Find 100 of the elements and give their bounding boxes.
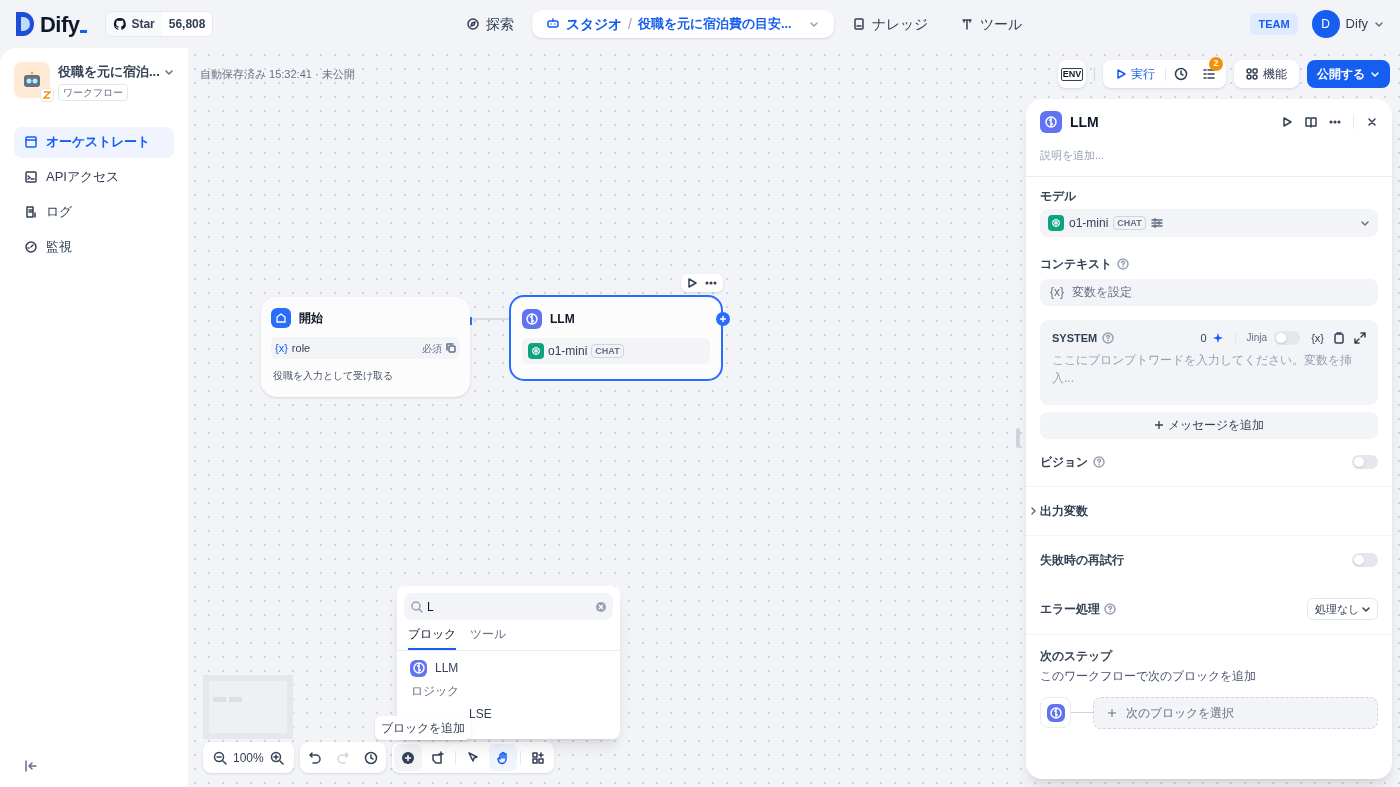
- toggle-switch[interactable]: [1352, 553, 1378, 567]
- checklist-icon[interactable]: [1202, 67, 1216, 81]
- chevron-down-icon: [1370, 69, 1380, 79]
- prompt-placeholder: ここにプロンプトワードを入力してください。変数を挿入...: [1052, 352, 1353, 387]
- document-icon: [24, 205, 38, 219]
- toggle-switch[interactable]: [1352, 455, 1378, 469]
- context-variable-field[interactable]: {x} 変数を設定: [1040, 278, 1378, 306]
- llm-node-icon: [1046, 703, 1065, 722]
- expand-icon[interactable]: [1354, 331, 1366, 344]
- logo-icon: [16, 12, 34, 36]
- grid-icon: [1246, 68, 1258, 80]
- picker-tab[interactable]: ツール: [470, 625, 506, 650]
- group-label: ロジック: [410, 683, 460, 700]
- app-type-tag: ワークフロー: [58, 83, 128, 101]
- hand-tool[interactable]: [488, 744, 517, 771]
- node-title: LLM: [550, 311, 575, 328]
- sidebar-item[interactable]: オーケストレート: [14, 126, 174, 158]
- github-icon: [113, 17, 128, 31]
- prompt-role-label: SYSTEM: [1052, 330, 1098, 346]
- copy-icon: [446, 343, 456, 353]
- picker-item[interactable]: LLM: [397, 656, 620, 680]
- team-badge: TEAM: [1250, 12, 1298, 36]
- add-block-tool[interactable]: [393, 744, 422, 771]
- history-icon[interactable]: [363, 750, 378, 765]
- nav-tab[interactable]: 探索: [452, 10, 528, 38]
- close-icon[interactable]: [1366, 116, 1378, 128]
- collapse-sidebar-icon[interactable]: [24, 759, 38, 773]
- tooltip: ブロックを追加: [375, 716, 471, 740]
- star-count: 56,808: [161, 12, 213, 36]
- mode-tag: CHAT: [1113, 215, 1146, 230]
- clipboard-icon[interactable]: [1333, 331, 1345, 344]
- play-icon[interactable]: [1281, 116, 1293, 128]
- panel-title[interactable]: LLM: [1070, 111, 1099, 133]
- zoom-in-icon[interactable]: [269, 750, 284, 765]
- nav-tab[interactable]: ツール: [945, 10, 1036, 38]
- add-node-handle[interactable]: [716, 312, 730, 326]
- plus-icon: [1154, 420, 1164, 430]
- required-label: 必須: [422, 341, 442, 356]
- sidebar-item[interactable]: ログ: [14, 196, 174, 228]
- model-name: o1-mini: [548, 343, 588, 360]
- home-icon: [271, 308, 291, 328]
- llm-node[interactable]: LLM o1-mini CHAT: [509, 295, 723, 381]
- features-button[interactable]: 機能: [1234, 60, 1299, 88]
- start-node[interactable]: 開始 {x} role 必須 役職を入力として受け取る: [261, 297, 470, 397]
- chevron-down-icon: [1362, 605, 1370, 613]
- sidebar-item[interactable]: 監視: [14, 231, 174, 263]
- user-menu[interactable]: D Dify: [1311, 10, 1384, 38]
- variable-icon: {x}: [1050, 283, 1064, 301]
- system-prompt-field[interactable]: SYSTEM 0 Jinja {x} ここにプロンプトワードを入力してください。変数を挿入...: [1040, 319, 1378, 405]
- nav-tab[interactable]: ナレッジ: [837, 10, 942, 38]
- layout-icon: [530, 750, 545, 765]
- github-star-button[interactable]: Star 56,808: [105, 11, 214, 37]
- star-label: Star: [131, 16, 155, 33]
- breadcrumb-app[interactable]: 役職を元に宿泊費の目安...: [637, 14, 792, 34]
- mode-tag: CHAT: [591, 344, 624, 358]
- chevron-down-icon: [1374, 19, 1384, 29]
- gauge-icon: [24, 240, 38, 254]
- publish-button[interactable]: 公開する: [1307, 60, 1390, 88]
- help-icon: [1093, 456, 1105, 468]
- select-next-block-button[interactable]: 次のブロックを選択: [1093, 696, 1378, 729]
- search-field[interactable]: L: [404, 593, 613, 620]
- zoom-out-icon[interactable]: [213, 750, 227, 765]
- clear-icon[interactable]: [596, 601, 606, 612]
- output-variables-toggle[interactable]: 出力変数: [1026, 486, 1392, 536]
- model-selector[interactable]: o1-mini CHAT: [1040, 208, 1378, 237]
- book-icon[interactable]: [1305, 116, 1317, 128]
- section-label: 失敗時の再試行: [1040, 552, 1124, 569]
- sidebar-item[interactable]: APIアクセス: [14, 161, 174, 193]
- app-name[interactable]: 役職を元に宿泊...: [58, 62, 160, 82]
- token-count: 0: [1200, 330, 1207, 346]
- breadcrumb-separator: /: [628, 14, 632, 34]
- section-label: ビジョン: [1040, 454, 1088, 471]
- window-icon: [24, 135, 38, 149]
- section-label: 次のステップ: [1040, 647, 1114, 665]
- help-icon: [1102, 331, 1115, 344]
- autosave-status: 自動保存済み 15:32:41 · 未公開: [200, 67, 355, 82]
- logo-text[interactable]: Dify: [40, 7, 80, 41]
- run-button[interactable]: 実行: [1107, 65, 1163, 83]
- help-icon: [1104, 603, 1116, 615]
- insert-variable-icon[interactable]: {x}: [1311, 329, 1324, 346]
- openai-icon: [1048, 214, 1064, 231]
- jinja-label: Jinja: [1246, 331, 1268, 346]
- section-label: コンテキスト: [1040, 255, 1112, 273]
- sliders-icon: [1150, 216, 1163, 229]
- add-message-button[interactable]: メッセージを追加: [1040, 411, 1378, 439]
- variable-icon: {x}: [275, 339, 288, 357]
- toggle-switch[interactable]: [1274, 330, 1301, 345]
- env-button[interactable]: ENV: [1058, 60, 1086, 88]
- picker-item[interactable]: LSE: [469, 705, 492, 723]
- play-icon: [1115, 68, 1127, 80]
- llm-node-icon: [410, 659, 427, 677]
- add-block-icon: [400, 750, 415, 765]
- picker-tab[interactable]: ブロック: [408, 625, 456, 650]
- user-avatar: D: [1311, 10, 1340, 38]
- error-handling-select[interactable]: 処理なし: [1307, 598, 1378, 620]
- play-icon[interactable]: [687, 278, 697, 288]
- history-icon[interactable]: [1174, 67, 1188, 81]
- nav-tab[interactable]: スタジオ / 役職を元に宿泊費の目安...: [532, 10, 834, 38]
- node-title: 開始: [299, 310, 323, 327]
- undo-icon[interactable]: [307, 750, 322, 765]
